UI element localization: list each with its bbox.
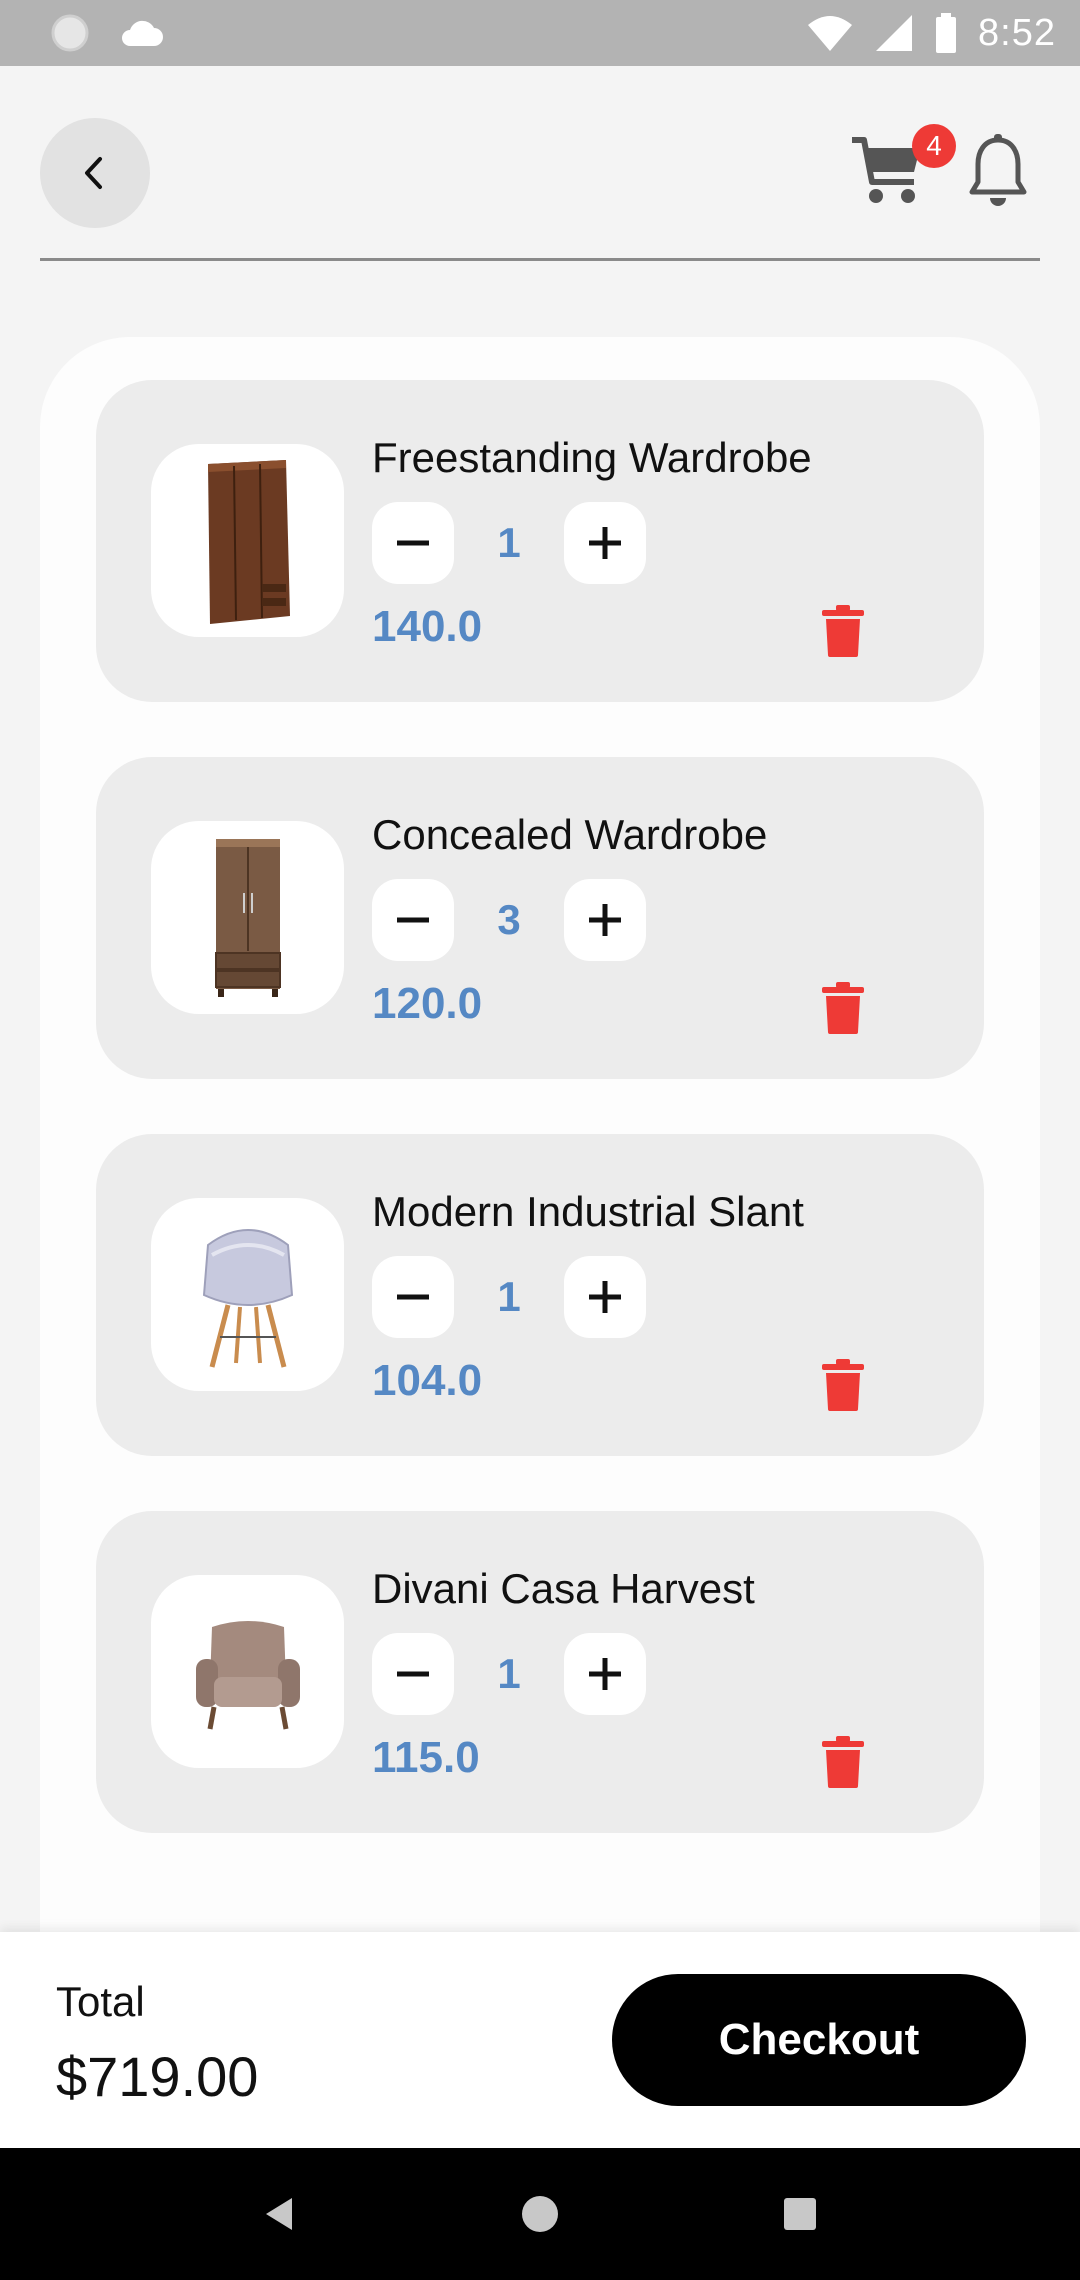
bell-icon [969,134,1027,206]
cart-badge: 4 [912,124,956,168]
minus-icon [397,540,429,546]
item-name: Divani Casa Harvest [372,1565,755,1612]
trash-icon [822,1736,864,1788]
increase-quantity-button[interactable] [564,502,646,584]
cart-item: Concealed Wardrobe 3 120.0 [96,757,984,1079]
minus-icon [397,1671,429,1677]
item-price: 120.0 [372,979,483,1028]
total-label: Total [56,1978,145,2025]
trash-icon [822,982,864,1034]
decrease-quantity-button[interactable] [372,502,454,584]
circle-indicator-icon [51,14,89,52]
product-thumbnail [151,821,344,1014]
cloud-icon [122,20,163,46]
decrease-quantity-button[interactable] [372,1633,454,1715]
quantity-value: 1 [497,519,521,566]
product-thumbnail [151,1575,344,1768]
battery-icon [936,13,957,53]
increase-quantity-button[interactable] [564,1256,646,1338]
cart-item: Modern Industrial Slant 1 104.0 [96,1134,984,1456]
nav-recents-icon[interactable] [780,2194,820,2234]
header-divider [40,258,1040,261]
increase-quantity-button[interactable] [564,1633,646,1715]
chevron-left-icon [85,157,102,189]
status-bar: 8:52 [0,0,1080,66]
decrease-quantity-button[interactable] [372,1256,454,1338]
checkout-button[interactable]: Checkout [612,1974,1026,2106]
wardrobe-tall-image [214,838,281,997]
delete-item-button[interactable] [822,982,864,1034]
quantity-value: 3 [497,896,521,943]
wifi-icon [808,16,853,51]
back-button[interactable] [40,118,150,228]
minus-icon [397,1294,429,1300]
plus-icon [589,527,621,559]
nav-home-icon[interactable] [520,2194,560,2234]
trash-icon [822,605,864,657]
plus-icon [589,1281,621,1313]
notifications-button[interactable] [966,134,1030,212]
item-price: 140.0 [372,602,483,651]
item-price: 115.0 [372,1733,480,1782]
item-price: 104.0 [372,1356,483,1405]
cellular-signal-icon [876,15,913,51]
quantity-value: 1 [497,1273,521,1320]
checkout-bar: Total $719.00 Checkout [0,1932,1080,2148]
armchair-image [195,1620,300,1729]
increase-quantity-button[interactable] [564,879,646,961]
cart-item: Divani Casa Harvest 1 115.0 [96,1511,984,1833]
status-time: 8:52 [978,11,1056,54]
product-thumbnail [151,1198,344,1391]
decrease-quantity-button[interactable] [372,879,454,961]
cart-item: Freestanding Wardrobe 1 140.0 [96,380,984,702]
delete-item-button[interactable] [822,1359,864,1411]
status-left [50,13,164,53]
chair-shell-image [202,1228,293,1368]
delete-item-button[interactable] [822,605,864,657]
trash-icon [822,1359,864,1411]
wardrobe-dark-image [207,459,290,624]
delete-item-button[interactable] [822,1736,864,1788]
system-navigation-bar [0,2148,1080,2280]
item-name: Modern Industrial Slant [372,1188,804,1235]
product-thumbnail [151,444,344,637]
status-right: 8:52 [806,12,1056,55]
nav-back-icon[interactable] [260,2194,300,2234]
item-name: Freestanding Wardrobe [372,434,812,481]
quantity-value: 1 [497,1650,521,1697]
total-value: $719.00 [56,2045,259,2108]
item-name: Concealed Wardrobe [372,811,768,858]
minus-icon [397,917,429,923]
plus-icon [589,1658,621,1690]
cart-button[interactable]: 4 [848,124,956,210]
plus-icon [589,904,621,936]
